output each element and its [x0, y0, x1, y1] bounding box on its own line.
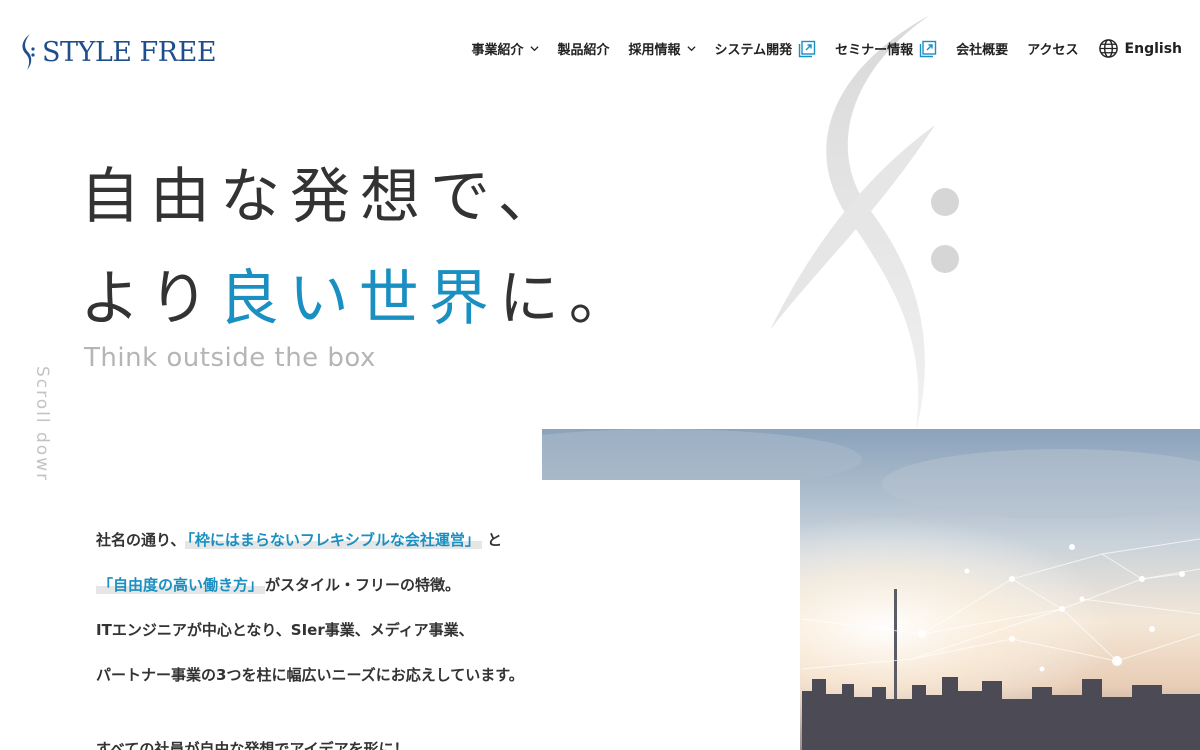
intro-text: がスタイル・フリーの特徴。	[265, 576, 461, 594]
nav-item-recruit[interactable]: 採用情報	[629, 39, 696, 58]
nav-item-label: 会社概要	[956, 43, 1009, 58]
intro-highlight: 「自由度の高い働き方」	[96, 576, 266, 594]
globe-icon	[1098, 39, 1118, 58]
nav-item-label: セミナー情報	[835, 43, 914, 58]
nav-item-company[interactable]: 会社概要	[956, 39, 1008, 58]
nav-item-products[interactable]: 製品紹介	[558, 39, 610, 58]
intro-card	[0, 480, 800, 750]
external-link-icon	[919, 40, 937, 57]
site-logo[interactable]: STYLE FREE	[18, 32, 217, 72]
chevron-down-icon	[529, 46, 539, 52]
intro-paragraph-2: 「自由度の高い働き方」 がスタイル・フリーの特徴。	[96, 574, 460, 595]
intro-paragraph-5: すべての社員が自由な発想でアイデアを形に！	[96, 740, 409, 750]
intro-text: と	[481, 531, 503, 549]
nav-item-label: 事業紹介	[471, 43, 524, 58]
nav-item-access[interactable]: アクセス	[1027, 39, 1078, 58]
nav-item-label: 採用情報	[628, 43, 681, 58]
nav-item-label: 製品紹介	[557, 43, 610, 58]
hero-line2-accent: 良い世界	[218, 264, 499, 334]
intro-paragraph-1: 社名の通り、 「枠にはまらないフレキシブルな会社運営」 と	[96, 529, 502, 550]
intro-highlight: 「枠にはまらないフレキシブルな会社運営」	[185, 531, 482, 549]
nav-item-system-dev[interactable]: システム開発	[715, 39, 817, 58]
scroll-down-indicator[interactable]: Scroll down	[32, 366, 52, 486]
language-label: English	[1124, 40, 1182, 57]
nav-item-label: アクセス	[1027, 43, 1079, 58]
main-nav: 事業紹介 製品紹介 採用情報 システム開発 セミナー情報 会社概要 アクセス E…	[471, 38, 1182, 59]
hero-headline-line1: 自由な発想で、	[80, 162, 568, 232]
hero-headline-line2: より良い世界に。	[80, 250, 639, 337]
nav-item-business[interactable]: 事業紹介	[471, 39, 539, 58]
logo-text: STYLE FREE	[42, 36, 217, 68]
logo-mark-icon	[22, 34, 35, 70]
hero-line2-post: に。	[498, 264, 639, 334]
chevron-down-icon	[686, 46, 696, 52]
page: STYLE FREE 事業紹介 製品紹介 採用情報 システム開発 セミナー情報	[0, 0, 1200, 750]
nav-item-seminar[interactable]: セミナー情報	[835, 39, 937, 58]
hero-line2-pre: より	[80, 264, 219, 334]
nav-item-label: システム開発	[714, 43, 793, 58]
hero-tagline: Think outside the box	[84, 343, 376, 373]
intro-paragraph-4: パートナー事業の3つを柱に幅広いニーズにお応えしています。	[96, 666, 524, 684]
intro-paragraph-3: ITエンジニアが中心となり、SIer事業、メディア事業、	[96, 621, 474, 639]
intro-text: 社名の通り、	[96, 531, 186, 549]
external-link-icon	[798, 40, 816, 57]
language-switch-button[interactable]: English	[1098, 38, 1182, 59]
background-logo-swirl	[770, 15, 959, 435]
